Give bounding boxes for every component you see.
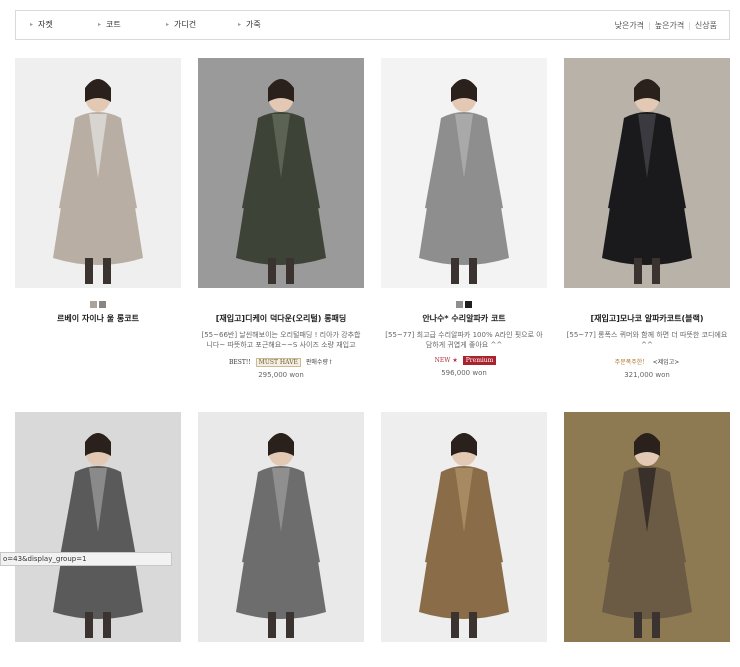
divider: | (648, 21, 651, 30)
product-badge: BEST!! (225, 358, 254, 367)
sort-options: 낮은가격 | 높은가격 | 신상품 (615, 20, 717, 31)
product-price: 321,000 won (624, 371, 670, 379)
product-photo[interactable] (198, 412, 364, 642)
product-price: 295,000 won (258, 371, 304, 379)
category-label: 코트 (106, 20, 121, 29)
product-photo[interactable] (564, 58, 730, 288)
product-card[interactable]: 안나수* 수리알파카 코트 [55~77] 최고급 수리알파카 100% A라인 … (381, 58, 547, 377)
product-card[interactable] (15, 412, 181, 667)
color-swatch[interactable] (456, 301, 463, 308)
category-jacket[interactable]: ▸ 자켓 (30, 19, 53, 30)
product-badges: NEW ★ Premium (381, 356, 547, 365)
product-photo[interactable] (381, 412, 547, 642)
product-title[interactable]: [재입고]디케이 덕다운(오리털) 롱패딩 (198, 313, 364, 324)
product-card[interactable] (198, 412, 364, 667)
product-badge: 주문폭주한! (611, 356, 648, 367)
category-cardigan[interactable]: ▸ 가디건 (166, 19, 196, 30)
product-badges: 주문폭주한! <제입고> (564, 356, 730, 367)
bullet-icon: ▸ (98, 21, 102, 28)
product-badge: Premium (462, 356, 497, 365)
product-photo[interactable] (198, 58, 364, 288)
color-swatches (564, 647, 730, 654)
divider: | (688, 21, 691, 30)
sort-high-price[interactable]: 높은가격 (655, 21, 684, 30)
color-swatch[interactable] (90, 301, 97, 308)
category-label: 가디건 (174, 20, 197, 29)
product-card[interactable]: 르베이 자이나 울 롱코트 (15, 58, 181, 330)
category-label: 가죽 (246, 20, 261, 29)
category-coat[interactable]: ▸ 코트 (98, 19, 121, 30)
color-swatches (198, 293, 364, 300)
product-card[interactable]: [재입고]디케이 덕다운(오리털) 롱패딩 [55~66반] 날씬해보이는 오리털… (198, 58, 364, 379)
bullet-icon: ▸ (30, 21, 34, 28)
color-swatches (198, 647, 364, 654)
color-swatch[interactable] (465, 301, 472, 308)
product-badge: 판매수량↑ (302, 356, 337, 367)
status-bar-url: o=43&display_group=1 (0, 552, 172, 566)
product-description: [55~77] 롱폭스 퀴머와 함께 하면 더 따뜻한 코디에요^^ (566, 331, 728, 349)
product-badge: MUST HAVE (255, 358, 301, 367)
bullet-icon: ▸ (166, 21, 170, 28)
product-photo[interactable] (15, 412, 181, 642)
product-description: [55~77] 최고급 수리알파카 100% A라인 핏으로 아담하게 귀엽게 … (385, 331, 543, 349)
color-swatches (15, 647, 181, 654)
sort-new[interactable]: 신상품 (695, 21, 717, 30)
category-leather[interactable]: ▸ 가죽 (238, 19, 261, 30)
color-swatch[interactable] (99, 301, 106, 308)
product-card[interactable] (564, 412, 730, 667)
product-badges: BEST!! MUST HAVE 판매수량↑ (198, 356, 364, 367)
category-bar: ▸ 자켓 ▸ 코트 ▸ 가디건 ▸ 가죽 낮은가격 | 높은가격 | 신상품 (15, 10, 730, 40)
category-label: 자켓 (38, 20, 53, 29)
product-photo[interactable] (564, 412, 730, 642)
product-price: 596,000 won (441, 369, 487, 377)
color-swatches (564, 293, 730, 300)
product-title[interactable]: 르베이 자이나 울 롱코트 (15, 313, 181, 324)
color-swatches (381, 293, 547, 308)
product-title[interactable]: 안나수* 수리알파카 코트 (381, 313, 547, 324)
product-title[interactable]: [재입고]모나코 알파카코트(블랙) (564, 313, 730, 324)
bullet-icon: ▸ (238, 21, 242, 28)
color-swatches (381, 647, 547, 654)
product-photo[interactable] (381, 58, 547, 288)
product-photo[interactable] (15, 58, 181, 288)
product-description: [55~66반] 날씬해보이는 오리털패딩 ! 리아가 강추합니다~ 따뜻하고 … (201, 331, 361, 349)
sort-low-price[interactable]: 낮은가격 (615, 21, 644, 30)
product-badge: <제입고> (649, 356, 683, 367)
product-card[interactable]: [재입고]모나코 알파카코트(블랙) [55~77] 롱폭스 퀴머와 함께 하면 … (564, 58, 730, 379)
product-card[interactable] (381, 412, 547, 667)
product-badge: NEW ★ (431, 356, 461, 365)
color-swatches (15, 293, 181, 308)
